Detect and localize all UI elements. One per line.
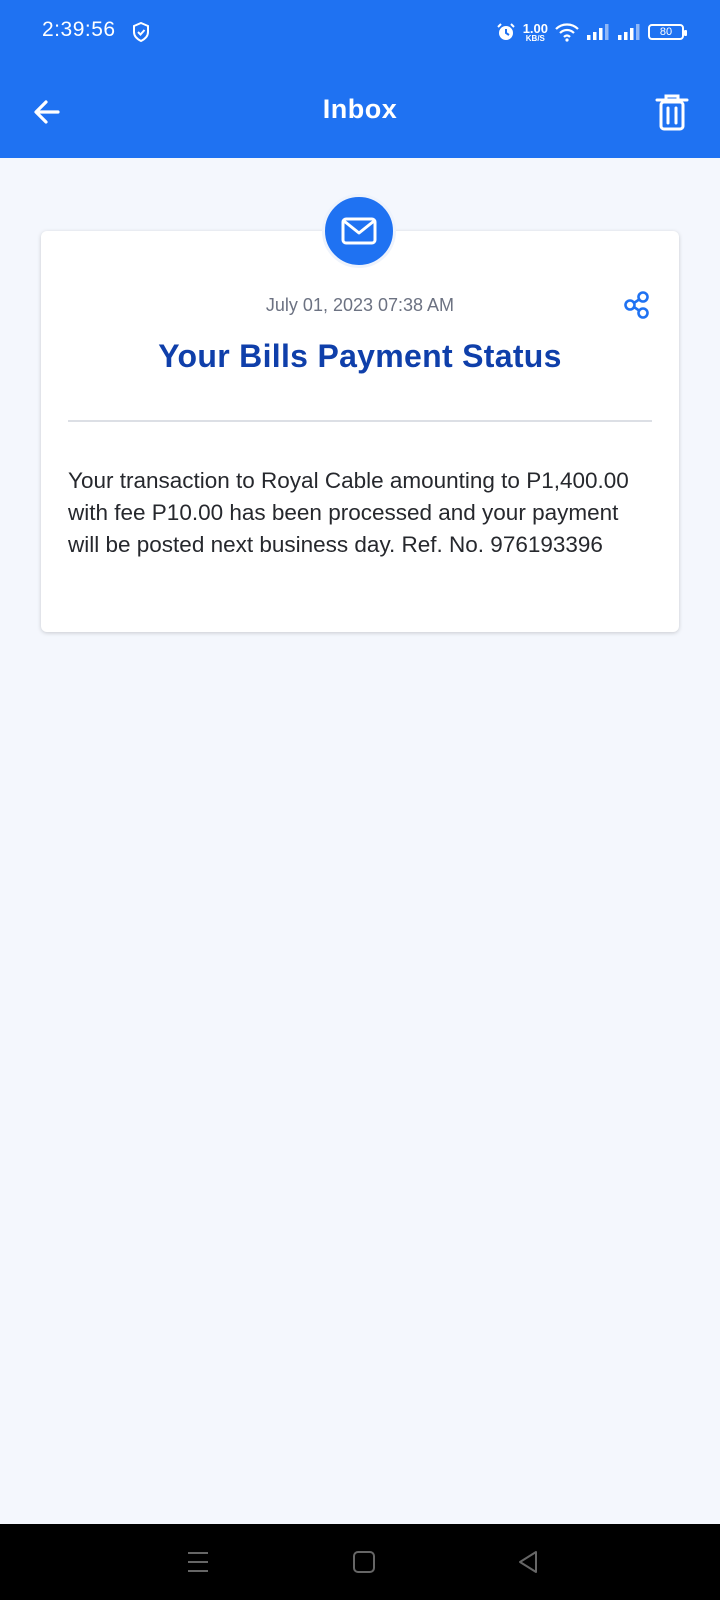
alarm-icon bbox=[496, 23, 515, 40]
shield-icon bbox=[133, 22, 149, 42]
trash-icon[interactable] bbox=[654, 92, 690, 132]
envelope-badge bbox=[322, 194, 396, 268]
status-icons: 1.00 KB/S 80 bbox=[496, 18, 687, 46]
menu-icon[interactable] bbox=[180, 1544, 216, 1580]
page-title: Inbox bbox=[322, 94, 398, 124]
battery-icon: 80 bbox=[648, 24, 687, 40]
net-speed-unit: KB/S bbox=[525, 33, 545, 43]
home-icon[interactable] bbox=[346, 1544, 382, 1580]
system-nav-bar bbox=[0, 1524, 720, 1600]
message-card: July 01, 2023 07:38 AM Your Bills Paymen… bbox=[41, 231, 679, 632]
message-date: July 01, 2023 07:38 AM bbox=[265, 295, 455, 315]
divider bbox=[68, 420, 652, 422]
status-bar: 2:39:56 1.00 KB/S 80 bbox=[0, 0, 720, 64]
back-triangle-icon[interactable] bbox=[510, 1544, 546, 1580]
net-speed: 1.00 KB/S bbox=[523, 22, 548, 43]
net-speed-value: 1.00 bbox=[522, 20, 548, 36]
envelope-icon bbox=[341, 217, 377, 245]
share-icon[interactable] bbox=[623, 291, 651, 319]
status-time: 2:39:56 bbox=[42, 18, 116, 41]
app-header: 2:39:56 1.00 KB/S 80 Inbox bbox=[0, 0, 720, 158]
message-title: Your Bills Payment Status bbox=[158, 338, 562, 374]
signal-icon-1 bbox=[587, 24, 609, 40]
battery-level: 80 bbox=[659, 26, 673, 38]
wifi-icon bbox=[555, 23, 579, 42]
signal-icon-2 bbox=[618, 24, 640, 40]
message-body: Your transaction to Royal Cable amountin… bbox=[68, 468, 629, 557]
